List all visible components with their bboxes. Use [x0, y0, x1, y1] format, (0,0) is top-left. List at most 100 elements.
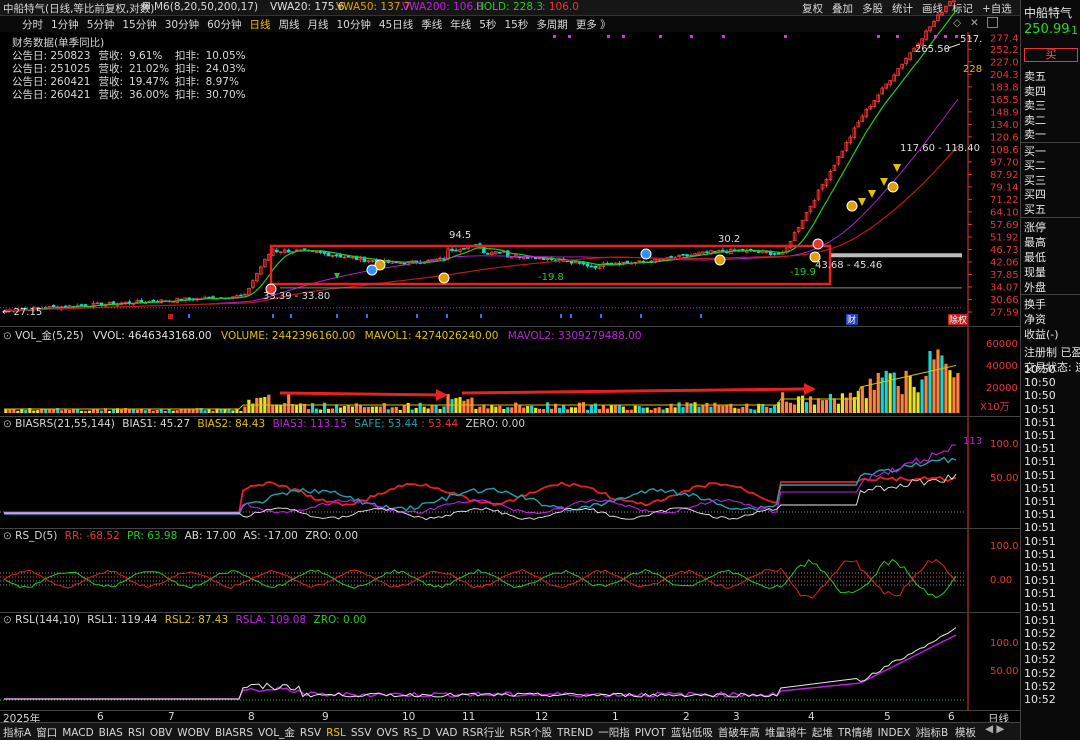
- chart-toolbar: 中船特气(日线,等比前复权,对数) ⊠ M6(8,20,50,200,17) V…: [0, 0, 1042, 16]
- signal-dot: [722, 35, 725, 38]
- indicator-tab[interactable]: RSV: [300, 727, 321, 739]
- signal-icon[interactable]: [846, 200, 858, 212]
- maximize-icon[interactable]: □: [986, 14, 999, 30]
- volume-bar: [749, 408, 753, 413]
- ma-indicator-label[interactable]: M6(8,20,50,200,17): [154, 1, 258, 13]
- indicator-tab[interactable]: 堆量骑牛: [765, 727, 807, 739]
- biasrs-chart[interactable]: 100.0 50.00 113: [0, 417, 1020, 529]
- signal-dot: [659, 35, 662, 38]
- indicator-tab[interactable]: OBV: [150, 727, 172, 739]
- period-tab[interactable]: 多周期: [536, 19, 568, 31]
- period-tab[interactable]: 15秒: [504, 19, 528, 31]
- finance-rev-label: 营收:: [98, 89, 124, 101]
- volume-bar: [661, 409, 665, 413]
- period-tab[interactable]: 15分钟: [122, 19, 156, 31]
- menu-item[interactable]: 标记: [952, 3, 973, 15]
- period-tab[interactable]: 5分钟: [87, 19, 115, 31]
- period-tab[interactable]: 5秒: [479, 19, 496, 31]
- expand-icon[interactable]: ⊙: [3, 330, 12, 342]
- menu-item[interactable]: 叠加: [832, 3, 853, 15]
- indicator-tab[interactable]: RSR个股: [510, 727, 552, 739]
- signal-icon[interactable]: [438, 272, 450, 284]
- expand-icon[interactable]: ⊙: [3, 418, 12, 430]
- expand-icon[interactable]: ⊙: [3, 614, 12, 626]
- close-icon[interactable]: ✕: [970, 17, 979, 29]
- price-axis-label: 108.6: [990, 145, 1019, 156]
- event-marker-icon[interactable]: [168, 314, 173, 319]
- indicator-tab[interactable]: INDEX: [878, 727, 911, 739]
- signal-dot: [944, 35, 947, 38]
- diamond-icon[interactable]: ◇: [953, 17, 961, 29]
- indicator-tab[interactable]: BIASRS: [215, 727, 253, 739]
- signal-icon[interactable]: [887, 181, 899, 193]
- signal-icon[interactable]: [366, 264, 378, 276]
- period-tab[interactable]: 月线: [308, 19, 329, 31]
- signal-icon[interactable]: [640, 248, 652, 260]
- period-tab[interactable]: 更多 》: [576, 19, 611, 31]
- indicator-tab[interactable]: TREND: [557, 727, 593, 739]
- volume-bar: [111, 409, 116, 413]
- period-tab[interactable]: 周线: [279, 19, 300, 31]
- indicator-tab[interactable]: RSL: [326, 727, 346, 739]
- indicator-tab[interactable]: RSR行业: [462, 727, 504, 739]
- period-tab[interactable]: 60分钟: [207, 19, 241, 31]
- period-tab[interactable]: 30分钟: [165, 19, 199, 31]
- vwa200-line: [5, 98, 959, 311]
- period-tab[interactable]: 日线: [250, 19, 271, 31]
- volume-bar: [781, 392, 785, 413]
- period-tab[interactable]: 1分钟: [51, 19, 79, 31]
- menu-item[interactable]: 画线: [922, 3, 943, 15]
- period-tab[interactable]: 年线: [450, 19, 471, 31]
- trade-time: 10:51: [1024, 468, 1056, 482]
- indicator-tab[interactable]: VAD: [436, 727, 458, 739]
- menu-item[interactable]: 复权: [802, 3, 823, 15]
- indicator-tab[interactable]: PIVOT: [635, 727, 666, 739]
- indicator-tab[interactable]: WOBV: [177, 727, 210, 739]
- indicator-tab[interactable]: 一阳指: [598, 727, 630, 739]
- rsl-chart[interactable]: 100.0 50.00: [0, 613, 1020, 711]
- candle-body: [342, 256, 347, 259]
- trade-time: 10:51: [1024, 429, 1056, 442]
- ma-indicator-icon[interactable]: ⊠: [142, 0, 151, 12]
- indicator-tab[interactable]: MACD: [62, 727, 93, 739]
- indicator-tab[interactable]: SSV: [351, 727, 372, 739]
- tick-marker: [290, 314, 292, 318]
- indicator-tab[interactable]: 蓝钻低吸: [671, 727, 713, 739]
- menu-item[interactable]: 统计: [892, 3, 913, 15]
- signal-icon[interactable]: [714, 254, 726, 266]
- indicator-tab[interactable]: VOL_金: [258, 727, 295, 739]
- scroll-arrows-icon[interactable]: ◀ ▶: [985, 723, 1005, 735]
- indicator-tab[interactable]: RS_D: [403, 727, 430, 739]
- candle-body: [685, 254, 689, 257]
- candle-body: [139, 299, 144, 303]
- indicator-tab[interactable]: TR情绪: [838, 727, 873, 739]
- indicator-tab[interactable]: 指标A: [3, 727, 31, 739]
- signal-dot: [568, 35, 571, 38]
- period-tab[interactable]: 季线: [421, 19, 442, 31]
- indicator-tab[interactable]: RSI: [128, 727, 145, 739]
- volume-bar: [287, 393, 291, 413]
- volume-unit: X10万: [980, 402, 1010, 413]
- buy-signal-icon[interactable]: [812, 238, 824, 250]
- period-tab[interactable]: 45日线: [379, 19, 413, 31]
- indicator-tab[interactable]: 起堆: [812, 727, 833, 739]
- volume-bar: [522, 407, 526, 413]
- period-tab[interactable]: 分时: [22, 19, 43, 31]
- indicator-b-tab[interactable]: 指标B: [920, 725, 948, 740]
- indicator-tab[interactable]: 窗口: [36, 727, 57, 739]
- buy-button[interactable]: 买: [1024, 48, 1078, 62]
- volume-bar: [653, 408, 657, 413]
- indicator-tab[interactable]: BIAS: [99, 727, 123, 739]
- signal-icon[interactable]: [809, 251, 821, 263]
- quote-stat: 净资: [1024, 313, 1046, 326]
- expand-icon[interactable]: ⊙: [3, 530, 12, 542]
- trade-time: 10:52: [1024, 666, 1056, 680]
- period-tab[interactable]: 10分钟: [337, 19, 371, 31]
- template-tab[interactable]: 模板: [955, 725, 976, 740]
- indicator-tab[interactable]: 首破年高: [718, 727, 760, 739]
- finance-net-label: 扣非:: [175, 50, 200, 62]
- volume-bar: [569, 407, 574, 413]
- indicator-tab[interactable]: OVS: [376, 727, 398, 739]
- menu-item[interactable]: 多股: [862, 3, 883, 15]
- buy-signal-icon[interactable]: [265, 283, 277, 295]
